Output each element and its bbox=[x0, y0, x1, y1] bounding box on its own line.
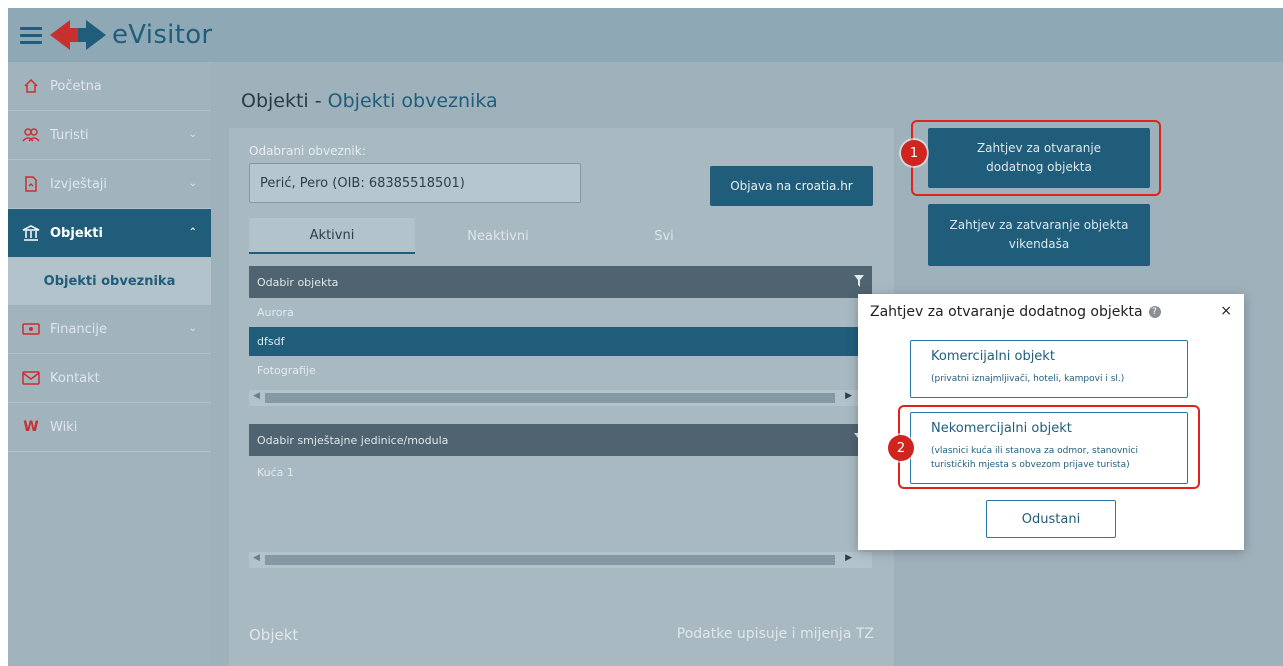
jedinice-grid-header: Odabir smještajne jedinice/modula bbox=[249, 424, 872, 456]
sidebar-item-wiki[interactable]: W Wiki bbox=[8, 403, 211, 452]
top-bar: eVisitor bbox=[8, 8, 1283, 62]
sidebar-item-pocetna[interactable]: Početna bbox=[8, 62, 211, 111]
open-button-line1: Zahtjev za otvaranje bbox=[976, 141, 1102, 156]
objava-croatia-button[interactable]: Objava na croatia.hr bbox=[710, 166, 873, 206]
modal-title: Zahtjev za otvaranje dodatnog objekta ? bbox=[870, 304, 1161, 320]
sidebar-item-label: Objekti bbox=[50, 225, 103, 241]
close-weekend-object-button[interactable]: Zahtjev za zatvaranje objekta vikendaša bbox=[928, 204, 1150, 266]
tab-svi[interactable]: Svi bbox=[581, 218, 747, 254]
open-button-line2: dodatnog objekta bbox=[986, 160, 1092, 174]
open-additional-object-button[interactable]: Zahtjev za otvaranje dodatnog objekta bbox=[928, 128, 1150, 188]
sidebar: Početna Turisti ⌄ Izvještaji ⌄ Objekti ⌃… bbox=[8, 62, 211, 666]
sidebar-item-label: Kontakt bbox=[50, 370, 100, 386]
komercijalni-objekt-option[interactable]: Komercijalni objekt (privatni iznajmljiv… bbox=[910, 340, 1188, 398]
option-description: (privatni iznajmljivači, hoteli, kampovi… bbox=[931, 374, 1125, 384]
sidebar-item-label: Turisti bbox=[50, 127, 89, 143]
report-icon bbox=[22, 175, 40, 193]
scroll-left-icon[interactable]: ◀ bbox=[253, 553, 260, 563]
scroll-thumb[interactable] bbox=[265, 393, 835, 403]
scroll-right-icon[interactable]: ▶ bbox=[845, 553, 852, 563]
money-icon bbox=[22, 320, 40, 338]
home-icon bbox=[22, 77, 40, 95]
sidebar-item-turisti[interactable]: Turisti ⌄ bbox=[8, 111, 211, 160]
objekt-section: Objekt Podatke upisuje i mijenja TZ bbox=[229, 612, 894, 666]
scroll-thumb[interactable] bbox=[265, 555, 835, 565]
option-description: (vlasnici kuća ili stanova za odmor, sta… bbox=[931, 445, 1187, 473]
modal-title-text: Zahtjev za otvaranje dodatnog objekta bbox=[870, 304, 1143, 320]
step-badge-2: 2 bbox=[888, 435, 914, 461]
scroll-right-icon[interactable]: ▶ bbox=[845, 391, 852, 401]
open-object-modal: Zahtjev za otvaranje dodatnog objekta ? … bbox=[858, 294, 1244, 550]
users-icon bbox=[22, 126, 40, 144]
app-name: eVisitor bbox=[112, 20, 213, 50]
scroll-left-icon[interactable]: ◀ bbox=[253, 391, 260, 401]
close-button-line2: vikendaša bbox=[1008, 237, 1070, 251]
sidebar-item-label: Financije bbox=[50, 321, 107, 337]
list-item-selected[interactable]: dfsdf bbox=[249, 327, 872, 356]
hamburger-icon[interactable] bbox=[20, 26, 42, 44]
status-tabs: Aktivni Neaktivni Svi bbox=[249, 218, 749, 254]
mail-icon bbox=[22, 369, 40, 387]
objekt-section-note: Podatke upisuje i mijenja TZ bbox=[676, 626, 874, 642]
chevron-up-icon: ⌃ bbox=[188, 227, 197, 238]
sidebar-subitem-label: Objekti obveznika bbox=[43, 274, 176, 289]
wiki-icon: W bbox=[23, 419, 39, 435]
step-badge-1: 1 bbox=[901, 140, 927, 166]
objekt-section-title: Objekt bbox=[249, 626, 299, 644]
objekti-grid-header: Odabir objekta bbox=[249, 266, 872, 298]
filter-icon[interactable] bbox=[854, 275, 864, 290]
close-icon[interactable]: × bbox=[1220, 303, 1232, 319]
page-title: Objekti - Objekti obveznika bbox=[241, 90, 498, 112]
chevron-down-icon: ⌄ bbox=[188, 129, 197, 140]
option-description-line1: (vlasnici kuća ili stanova za odmor, sta… bbox=[931, 446, 1138, 456]
horizontal-scrollbar[interactable]: ◀ ▶ bbox=[249, 552, 872, 568]
chevron-down-icon: ⌄ bbox=[188, 323, 197, 334]
option-title: Nekomercijalni objekt bbox=[931, 421, 1072, 436]
grid-header-label: Odabir smještajne jedinice/modula bbox=[257, 433, 449, 447]
option-title: Komercijalni objekt bbox=[931, 349, 1055, 364]
cancel-button[interactable]: Odustani bbox=[986, 500, 1116, 538]
tab-neaktivni[interactable]: Neaktivni bbox=[415, 218, 581, 254]
sidebar-subitem-objekti-obveznika[interactable]: Objekti obveznika bbox=[8, 258, 211, 305]
page-title-sub: Objekti obveznika bbox=[327, 90, 498, 112]
page-title-main: Objekti bbox=[241, 90, 309, 112]
app-logo[interactable]: eVisitor bbox=[50, 18, 212, 52]
list-item[interactable]: Aurora bbox=[249, 298, 872, 327]
horizontal-scrollbar[interactable]: ◀ ▶ bbox=[249, 390, 872, 406]
obveznik-field[interactable]: Perić, Pero (OIB: 68385518501) bbox=[249, 163, 581, 203]
evisitor-logo-icon bbox=[50, 20, 106, 50]
sidebar-item-label: Wiki bbox=[50, 419, 78, 435]
sidebar-item-kontakt[interactable]: Kontakt bbox=[8, 354, 211, 403]
nekomercijalni-objekt-option[interactable]: Nekomercijalni objekt (vlasnici kuća ili… bbox=[910, 412, 1188, 484]
sidebar-item-label: Izvještaji bbox=[50, 176, 108, 192]
objekti-panel: Odabrani obveznik: Perić, Pero (OIB: 683… bbox=[229, 128, 894, 658]
page-title-separator: - bbox=[308, 90, 328, 112]
tab-aktivni[interactable]: Aktivni bbox=[249, 218, 415, 254]
sidebar-item-financije[interactable]: Financije ⌄ bbox=[8, 305, 211, 354]
help-icon[interactable]: ? bbox=[1148, 306, 1161, 318]
list-item[interactable]: Fotografije bbox=[249, 356, 872, 385]
obveznik-label: Odabrani obveznik: bbox=[249, 144, 366, 158]
sidebar-item-izvjestaji[interactable]: Izvještaji ⌄ bbox=[8, 160, 211, 209]
close-button-line1: Zahtjev za zatvaranje objekta bbox=[949, 218, 1129, 233]
chevron-down-icon: ⌄ bbox=[188, 178, 197, 189]
sidebar-item-objekti[interactable]: Objekti ⌃ bbox=[8, 209, 211, 258]
list-item[interactable]: Kuća 1 bbox=[249, 458, 872, 487]
grid-header-label: Odabir objekta bbox=[257, 275, 339, 289]
sidebar-item-label: Početna bbox=[50, 78, 102, 94]
option-description-line2: turističkih mjesta s obvezom prijave tur… bbox=[931, 459, 1130, 470]
building-icon bbox=[22, 224, 40, 242]
